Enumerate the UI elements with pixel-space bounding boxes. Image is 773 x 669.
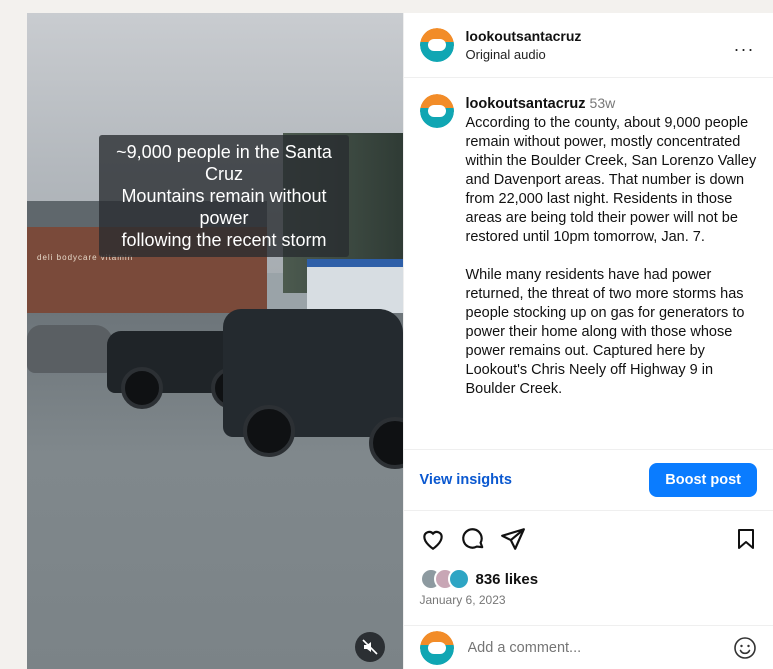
avatar bbox=[419, 630, 454, 665]
post-video[interactable]: deli bodycare vitamin ~9,000 people in t… bbox=[27, 13, 403, 669]
caption-line: Mountains remain without power bbox=[121, 186, 327, 228]
car-wheel bbox=[243, 405, 295, 457]
video-truck bbox=[223, 309, 403, 469]
heart-icon[interactable] bbox=[420, 526, 446, 552]
caption-line: following the recent storm bbox=[121, 230, 327, 250]
mute-toggle-button[interactable] bbox=[355, 632, 385, 662]
like-count[interactable]: 836 likes bbox=[476, 571, 539, 588]
comment-timestamp: 53w bbox=[589, 95, 616, 111]
liker-avatar bbox=[447, 568, 470, 590]
owner-actions-bar: View insights Boost post bbox=[403, 449, 773, 511]
view-insights-link[interactable]: View insights bbox=[420, 472, 512, 488]
post-details-panel: lookoutsantacruz Original audio ... look… bbox=[402, 13, 773, 669]
post-header: lookoutsantacruz Original audio ... bbox=[403, 13, 773, 78]
post-window: deli bodycare vitamin ~9,000 people in t… bbox=[27, 13, 773, 669]
add-comment-input[interactable] bbox=[465, 638, 733, 657]
emoji-icon[interactable] bbox=[733, 636, 757, 660]
caption-comment: lookoutsantacruz 53w According to the cou… bbox=[404, 78, 773, 412]
avatar[interactable] bbox=[419, 94, 454, 128]
post-action-icons bbox=[420, 526, 758, 558]
share-icon[interactable] bbox=[500, 526, 526, 552]
likes-summary[interactable]: 836 likes bbox=[419, 568, 539, 590]
caption-paragraph: While many residents have had power retu… bbox=[465, 267, 745, 397]
video-caption: ~9,000 people in the Santa Cruz Mountain… bbox=[99, 135, 349, 257]
car-wheel bbox=[121, 367, 163, 409]
add-comment-bar bbox=[403, 625, 773, 669]
avatar[interactable] bbox=[419, 28, 454, 62]
bookmark-icon[interactable] bbox=[734, 526, 758, 552]
video-car bbox=[27, 325, 113, 373]
caption-line: ~9,000 people in the Santa Cruz bbox=[116, 142, 332, 184]
comment-username[interactable]: lookoutsantacruz bbox=[466, 96, 586, 112]
caption-paragraph: According to the county, about 9,000 peo… bbox=[465, 115, 757, 245]
comment-icon[interactable] bbox=[460, 526, 486, 552]
audio-label[interactable]: Original audio bbox=[466, 47, 582, 62]
author-username[interactable]: lookoutsantacruz bbox=[466, 28, 582, 44]
boost-post-button[interactable]: Boost post bbox=[649, 463, 757, 497]
muted-speaker-icon bbox=[362, 639, 378, 655]
more-options-icon[interactable]: ... bbox=[734, 35, 755, 56]
post-date: January 6, 2023 bbox=[419, 593, 506, 607]
